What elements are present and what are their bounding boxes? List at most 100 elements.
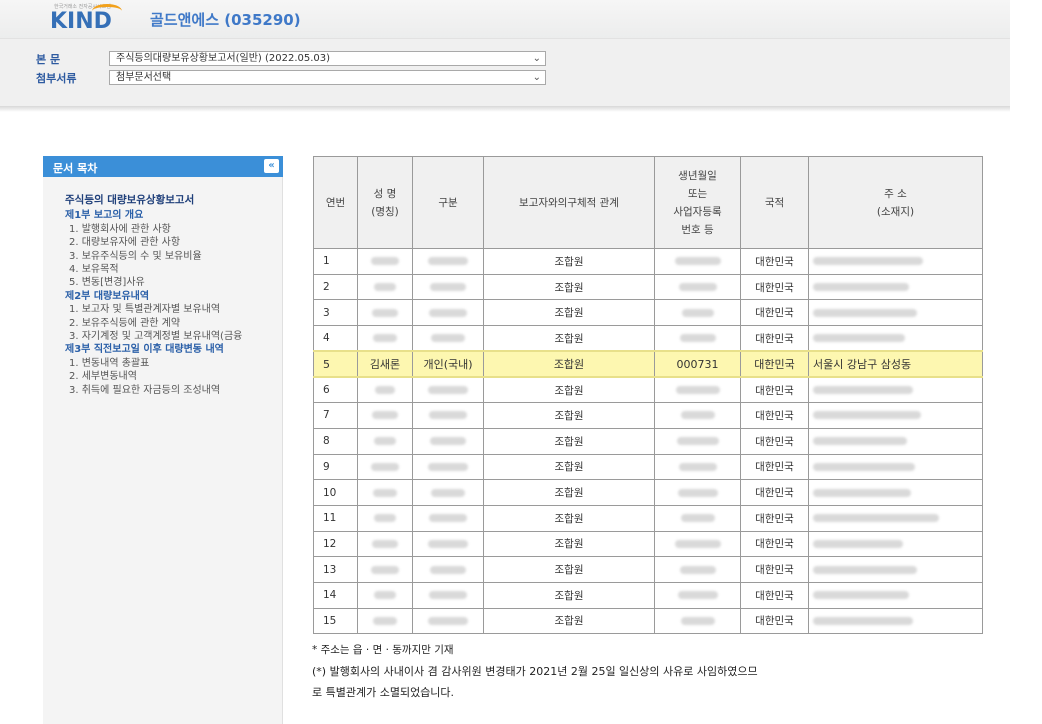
redacted-value: [374, 283, 396, 292]
toc-part[interactable]: 제2부 대량보유내역: [65, 290, 280, 303]
toc-main-title[interactable]: 주식등의 대량보유상황보고서: [65, 194, 280, 207]
redacted-value: [676, 437, 719, 446]
cell-type: [412, 427, 484, 455]
redacted-value: [429, 591, 467, 600]
cell-no: 10: [313, 479, 358, 506]
cell-id: [654, 248, 741, 275]
redacted-value: [430, 283, 466, 292]
table-row: 10 조합원 대한민국: [313, 479, 983, 506]
cell-name: [357, 607, 413, 635]
cell-name: 김새론: [357, 350, 413, 378]
footnotes: * 주소는 읍 · 면 · 동까지만 기재 (*) 발행회사의 사내이사 겸 감…: [312, 640, 758, 703]
toc-item[interactable]: 3. 취득에 필요한 자금등의 조성내역: [65, 384, 280, 397]
logo-wordmark: KIND: [50, 9, 112, 34]
holders-table: 연번 성 명 (명칭) 구분 보고자와의구체적 관계 생년월일 또는 사업자등록 번호 …: [313, 156, 983, 635]
cell-address: [808, 273, 983, 301]
cell-relation: 조합원: [483, 299, 655, 327]
redacted-value: [371, 462, 399, 471]
cell-no: 7: [313, 402, 358, 429]
redacted-value: [680, 514, 715, 523]
cell-id: [654, 273, 741, 301]
redacted-value: [371, 565, 399, 574]
toc-item[interactable]: 2. 세부변동내역: [65, 370, 280, 383]
redacted-value: [431, 488, 465, 497]
cell-no: 8: [313, 427, 358, 455]
redacted-value: [429, 411, 467, 420]
redacted-value: [674, 257, 721, 266]
cell-name: [357, 453, 413, 481]
redacted-value: [679, 565, 716, 574]
cell-name: [357, 530, 413, 558]
cell-address: [808, 479, 983, 506]
cell-type: [412, 504, 484, 532]
table-row: 2 조합원 대한민국: [313, 273, 983, 301]
cell-relation: 조합원: [483, 427, 655, 455]
cell-id: [654, 607, 741, 635]
cell-id: [654, 530, 741, 558]
redacted-value: [428, 386, 468, 395]
cell-relation: 조합원: [483, 530, 655, 558]
kind-logo[interactable]: 한국거래소 전자공시시스템 KIND: [36, 3, 132, 37]
redacted-value: [813, 283, 909, 292]
cell-id: [654, 556, 741, 583]
cell-type: [412, 479, 484, 506]
cell-relation: 조합원: [483, 376, 655, 404]
redacted-value: [428, 462, 468, 471]
redacted-value: [429, 308, 467, 317]
redacted-value: [680, 411, 715, 420]
redacted-value: [373, 488, 397, 497]
cell-address: [808, 325, 983, 352]
cell-relation: 조합원: [483, 581, 655, 609]
cell-id: [654, 581, 741, 609]
cell-no: 9: [313, 453, 358, 481]
redacted-value: [372, 308, 398, 317]
cell-type: [412, 376, 484, 404]
toc-part[interactable]: 제3부 직전보고일 이후 대량변동 내역: [65, 343, 280, 356]
chevron-down-icon: ⌄: [532, 72, 541, 83]
cell-type: 개인(국내): [412, 350, 484, 378]
redacted-value: [813, 308, 917, 317]
toc-item[interactable]: 4. 보유목적: [65, 263, 280, 276]
cell-id: 000731: [654, 350, 741, 378]
top-header: 한국거래소 전자공시시스템 KIND 골드앤에스 (035290): [0, 0, 1010, 38]
cell-name: [357, 427, 413, 455]
body-label: 본 문: [36, 53, 61, 66]
table-row: 6 조합원 대한민국: [313, 376, 983, 404]
table-row: 14 조합원 대한민국: [313, 581, 983, 609]
toc-item[interactable]: 1. 발행회사에 관한 사항: [65, 223, 280, 236]
attachment-select[interactable]: 첨부문서선택 ⌄: [109, 70, 546, 85]
toc-item[interactable]: 5. 변동[변경]사유: [65, 276, 280, 289]
redacted-value: [680, 616, 715, 625]
cell-name: [357, 248, 413, 275]
toc-item[interactable]: 3. 자기계정 및 고객계정별 보유내역(금융: [65, 330, 280, 343]
redacted-value: [813, 514, 939, 523]
toc-item[interactable]: 1. 변동내역 총괄표: [65, 357, 280, 370]
cell-nation: 대한민국: [740, 350, 809, 378]
cell-id: [654, 402, 741, 429]
toc-item[interactable]: 2. 보유주식등에 관한 계약: [65, 317, 280, 330]
double-chevron-left-icon[interactable]: «: [264, 159, 279, 173]
table-row: 15 조합원 대한민국: [313, 607, 983, 635]
cell-nation: 대한민국: [740, 530, 809, 558]
redacted-value: [677, 488, 718, 497]
cell-nation: 대한민국: [740, 299, 809, 327]
attachment-select-value: 첨부문서선택: [116, 72, 172, 83]
table-row: 11 조합원 대한민국: [313, 504, 983, 532]
toc-item[interactable]: 1. 보고자 및 특별관계자별 보유내역: [65, 303, 280, 316]
redacted-value: [374, 514, 396, 523]
body-document-select[interactable]: 주식등의대량보유상황보고서(일반) (2022.05.03) ⌄: [109, 51, 546, 66]
toc-item[interactable]: 2. 대량보유자에 관한 사항: [65, 236, 280, 249]
footnote-relation-line2: 로 특별관계가 소멸되었습니다.: [312, 686, 455, 699]
redacted-value: [678, 462, 717, 471]
cell-address: [808, 299, 983, 327]
cell-name: [357, 299, 413, 327]
redacted-value: [372, 411, 398, 420]
cell-relation: 조합원: [483, 504, 655, 532]
cell-address: [808, 248, 983, 275]
toc-item[interactable]: 3. 보유주식등의 수 및 보유비율: [65, 250, 280, 263]
table-row: 7 조합원 대한민국: [313, 402, 983, 429]
toc-part[interactable]: 제1부 보고의 개요: [65, 209, 280, 222]
redacted-value: [373, 334, 397, 343]
table-row: 8 조합원 대한민국: [313, 427, 983, 455]
redacted-value: [428, 616, 468, 625]
